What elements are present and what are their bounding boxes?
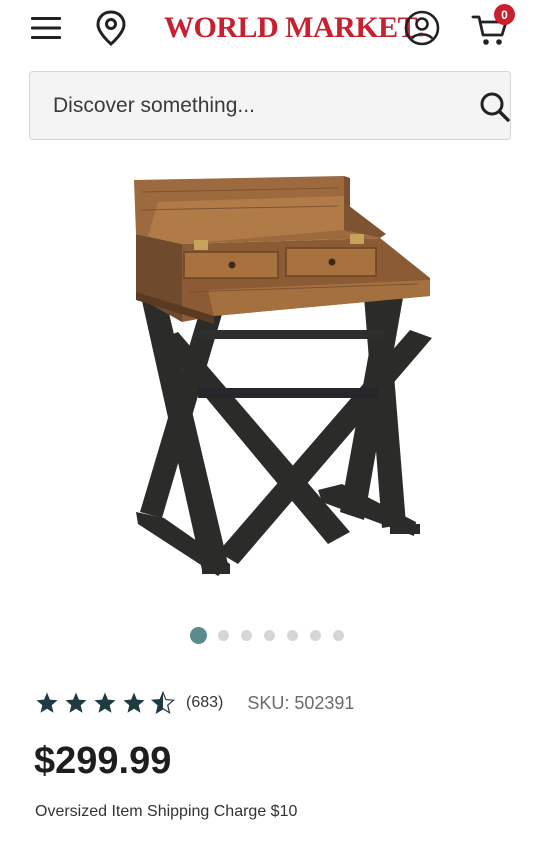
carousel-dot-1[interactable]: [190, 626, 207, 644]
carousel-dot-2[interactable]: [218, 629, 229, 641]
store-locator-button[interactable]: [92, 8, 130, 48]
world-market-logo[interactable]: World Market ®: [164, 10, 423, 46]
star-half-icon: [151, 691, 175, 714]
hamburger-menu-icon: [31, 17, 61, 39]
star-rating[interactable]: [35, 691, 180, 715]
account-button[interactable]: [400, 6, 444, 50]
sku-label: SKU: 502391: [247, 692, 355, 713]
menu-button[interactable]: [26, 10, 66, 46]
image-carousel-dots: [190, 625, 356, 645]
star-full-icon: [123, 692, 145, 713]
cart-count-badge: 0: [494, 4, 515, 25]
account-circle-icon: [404, 10, 440, 46]
star-full-icon: [65, 692, 87, 713]
product-price: $299.99: [34, 740, 172, 782]
carousel-dot-7[interactable]: [333, 629, 344, 641]
star-full-icon: [36, 692, 58, 713]
map-pin-icon: [96, 10, 126, 46]
rating-row: (683) SKU: 502391: [35, 688, 354, 718]
carousel-dot-6[interactable]: [310, 629, 321, 641]
carousel-dot-5[interactable]: [287, 629, 298, 641]
search-bar: [29, 71, 511, 140]
product-image[interactable]: [118, 172, 448, 580]
carousel-dot-4[interactable]: [264, 629, 275, 641]
carousel-dot-3[interactable]: [241, 629, 252, 641]
search-icon[interactable]: [479, 91, 511, 123]
star-full-icon: [94, 692, 116, 713]
review-count-link[interactable]: (683): [186, 694, 223, 712]
logo-text: World Market: [164, 11, 418, 44]
desk-legs: [136, 290, 432, 576]
shipping-charge-note: Oversized Item Shipping Charge $10: [35, 803, 298, 820]
search-input[interactable]: [30, 72, 450, 139]
site-header: World Market ® 0: [0, 0, 540, 62]
